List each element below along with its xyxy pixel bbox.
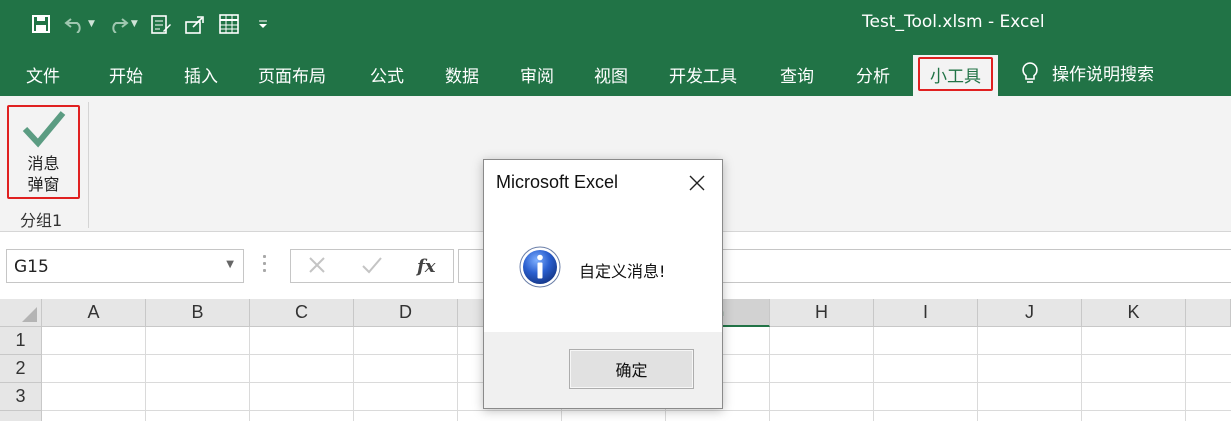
tab-view[interactable]: 视图 (594, 62, 628, 87)
tab-page-layout[interactable]: 页面布局 (258, 62, 326, 87)
column-header[interactable]: B (146, 299, 250, 327)
name-box-value: G15 (14, 257, 49, 277)
column-header[interactable]: D (354, 299, 458, 327)
chevron-down-icon[interactable]: ▼ (226, 259, 234, 270)
tab-tools[interactable]: 小工具 (913, 55, 998, 96)
save-icon[interactable] (28, 11, 54, 37)
tell-me-label: 操作说明搜索 (1052, 65, 1154, 85)
title-bar: ▼ ▼ Test_Tool.xlsm - Excel (0, 0, 1231, 48)
message-box-dialog: Microsoft Excel 自定义消息! 确定 (483, 159, 723, 409)
column-header[interactable]: I (874, 299, 978, 327)
cancel-icon[interactable] (307, 255, 327, 280)
row-header[interactable] (0, 411, 42, 421)
insert-function-icon[interactable]: fx (417, 256, 435, 277)
window-title: Test_Tool.xlsm - Excel (862, 12, 1045, 32)
formula-buttons: fx (290, 249, 454, 283)
tab-developer[interactable]: 开发工具 (669, 62, 737, 87)
group-divider (88, 102, 89, 228)
message-popup-label: 消息 弹窗 (27, 153, 59, 195)
tab-review[interactable]: 审阅 (520, 62, 554, 87)
column-header[interactable]: J (978, 299, 1082, 327)
column-header[interactable]: K (1082, 299, 1186, 327)
close-icon[interactable] (686, 172, 708, 194)
name-box[interactable]: G15 ▼ (6, 249, 244, 283)
row-header[interactable]: 3 (0, 383, 42, 411)
column-header-partial[interactable] (1186, 299, 1231, 327)
row-header[interactable]: 2 (0, 355, 42, 383)
tab-file[interactable]: 文件 (26, 62, 60, 87)
tab-analyze[interactable]: 分析 (856, 62, 890, 87)
select-all-button[interactable] (0, 299, 42, 327)
excel-window: ▼ ▼ Test_Tool.xlsm - Excel 文件 开始 插入 页面布局 (0, 0, 1231, 421)
splitter-handle[interactable] (262, 255, 268, 277)
checkmark-icon (22, 111, 65, 148)
enter-icon[interactable] (361, 255, 383, 280)
tab-query[interactable]: 查询 (780, 62, 814, 87)
tab-insert[interactable]: 插入 (184, 62, 218, 87)
dialog-message: 自定义消息! (579, 262, 666, 281)
undo-dropdown-icon[interactable]: ▼ (88, 19, 95, 29)
dialog-footer: 确定 (484, 332, 722, 408)
dialog-title: Microsoft Excel (496, 172, 619, 192)
form-edit-icon[interactable] (148, 11, 174, 37)
column-header[interactable]: A (42, 299, 146, 327)
redo-icon[interactable] (105, 11, 131, 37)
undo-icon[interactable] (62, 11, 88, 37)
quick-access-toolbar: ▼ ▼ (28, 10, 284, 38)
info-icon (518, 245, 562, 293)
tab-tools-label: 小工具 (930, 67, 981, 87)
label-line-2: 弹窗 (27, 175, 60, 194)
ok-button[interactable]: 确定 (569, 349, 694, 389)
row-header[interactable]: 1 (0, 327, 42, 355)
tab-data[interactable]: 数据 (445, 62, 479, 87)
tab-home[interactable]: 开始 (109, 62, 143, 87)
redo-dropdown-icon[interactable]: ▼ (131, 19, 138, 29)
tab-formulas[interactable]: 公式 (370, 62, 404, 87)
customize-toolbar-icon[interactable] (250, 11, 276, 37)
lightbulb-icon (1022, 61, 1038, 83)
table-icon[interactable] (216, 11, 242, 37)
column-header[interactable]: C (250, 299, 354, 327)
column-header[interactable]: H (770, 299, 874, 327)
export-icon[interactable] (182, 11, 208, 37)
message-popup-button[interactable]: 消息 弹窗 (7, 105, 80, 199)
ribbon-tabs: 文件 开始 插入 页面布局 公式 数据 审阅 视图 开发工具 查询 分析 小工具… (0, 48, 1231, 96)
group-label: 分组1 (20, 211, 63, 230)
label-line-1: 消息 (27, 154, 60, 173)
tell-me-search[interactable]: 操作说明搜索 (1020, 60, 1154, 85)
